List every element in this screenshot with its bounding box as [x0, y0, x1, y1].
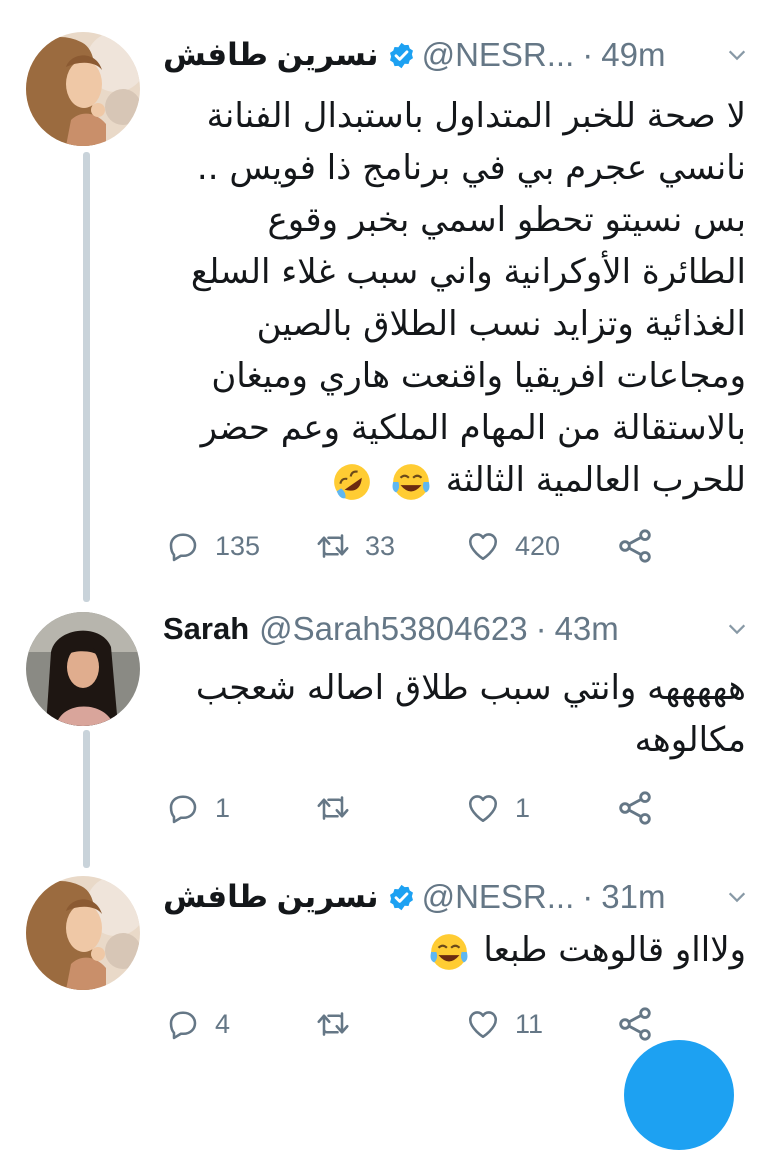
tears-of-joy-emoji-icon — [430, 933, 467, 970]
separator-dot: · — [535, 610, 547, 647]
share-icon[interactable] — [615, 1004, 655, 1044]
tweet-line: ولاااو قالوهت طبعا — [483, 930, 746, 970]
avatar[interactable] — [26, 612, 140, 726]
chevron-down-icon[interactable] — [726, 886, 748, 908]
user-handle[interactable]: @NESR... — [422, 878, 575, 916]
like-button[interactable]: 1 — [465, 786, 530, 830]
user-handle[interactable]: @Sarah53804623 — [259, 610, 527, 648]
timestamp[interactable]: 49m — [601, 36, 665, 74]
tweet-text: لا صحة للخبر المتداول باستبدال الفنانة ن… — [186, 90, 746, 506]
tweet[interactable]: نسرين طافش @NESR... · 31m ولاااو قالوهت … — [0, 862, 768, 1064]
user-handle[interactable]: @NESR... — [422, 36, 575, 74]
tweet-line: بالاستقالة من المهام الملكية وعم حضر — [200, 408, 746, 448]
tweet-line: بس نسيتو تحطو اسمي بخبر وقوع — [267, 200, 746, 240]
separator-dot: · — [582, 878, 594, 915]
reply-icon — [169, 795, 197, 824]
reply-count: 135 — [215, 530, 261, 561]
retweet-button[interactable]: 33 — [315, 524, 395, 568]
tweet-text: ولاااو قالوهت طبعا — [186, 924, 746, 976]
reply-button[interactable]: 135 — [165, 524, 260, 568]
tweet-header: Sarah @Sarah53804623 · 43m — [163, 604, 748, 654]
heart-icon — [468, 533, 498, 561]
display-name[interactable]: Sarah — [163, 611, 249, 647]
tweet-line: نانسي عجرم بي في برنامج ذا فويس .. — [196, 148, 746, 188]
tweet-line-with-emoji: للحرب العالمية الثالثة — [186, 454, 746, 506]
reply-button[interactable]: 4 — [165, 1002, 230, 1046]
tweet-line-with-emoji: ولاااو قالوهت طبعا — [186, 924, 746, 976]
share-icon[interactable] — [615, 788, 655, 828]
tweet-line: مكالوهه — [634, 720, 746, 760]
tweet-line: لا صحة للخبر المتداول باستبدال الفنانة — [206, 96, 746, 136]
tweet-actions: 4 11 — [165, 1002, 665, 1046]
reply-icon — [169, 1011, 197, 1040]
like-count: 1 — [515, 792, 531, 823]
heart-icon — [468, 1011, 498, 1039]
tweet-line: هههههه وانتي سبب طلاق اصاله شعجب — [195, 668, 746, 708]
tweet-actions: 135 33 420 — [165, 524, 665, 568]
tweet-text: هههههه وانتي سبب طلاق اصاله شعجب مكالوهه — [186, 662, 746, 766]
reply-count: 1 — [215, 792, 231, 823]
display-name[interactable]: نسرين طافش — [163, 879, 379, 915]
reply-count: 4 — [215, 1008, 231, 1039]
tweet-line: ومجاعات افريقيا واقنعت هاري وميغان — [211, 356, 746, 396]
share-icon[interactable] — [615, 526, 655, 566]
verified-badge-icon — [389, 42, 413, 68]
tweet-header: نسرين طافش @NESR... · 49m — [163, 30, 748, 80]
separator-dot: · — [582, 36, 594, 73]
tweet-header: نسرين طافش @NESR... · 31m — [163, 872, 748, 922]
reply-icon — [169, 533, 197, 562]
chevron-down-icon[interactable] — [726, 44, 748, 66]
tweet[interactable]: نسرين طافش @NESR... · 49m لا صحة للخبر ا… — [0, 0, 768, 600]
like-button[interactable]: 420 — [465, 524, 560, 568]
tweet-actions: 1 1 — [165, 786, 665, 830]
retweet-icon — [317, 534, 349, 558]
timestamp[interactable]: 43m — [555, 610, 619, 648]
retweet-button[interactable] — [315, 1002, 365, 1046]
tweet-line: للحرب العالمية الثالثة — [445, 460, 746, 500]
reply-button[interactable]: 1 — [165, 786, 230, 830]
like-button[interactable]: 11 — [465, 1002, 543, 1046]
timestamp[interactable]: 31m — [601, 878, 665, 916]
verified-badge-icon — [389, 884, 413, 910]
retweet-icon — [317, 1012, 349, 1036]
like-count: 11 — [515, 1008, 544, 1039]
tears-of-joy-emoji-icon — [392, 463, 430, 500]
retweet-button[interactable] — [315, 786, 365, 830]
compose-tweet-button[interactable] — [624, 1040, 734, 1150]
rolling-on-floor-laughing-emoji-icon — [334, 463, 370, 500]
tweet[interactable]: Sarah @Sarah53804623 · 43m هههههه وانتي … — [0, 600, 768, 862]
tweet-line: الطائرة الأوكرانية واني سبب غلاء السلع — [190, 252, 746, 292]
avatar[interactable] — [26, 32, 140, 146]
tweet-line: الغذائية وتزايد نسب الطلاق بالصين — [256, 304, 746, 344]
like-count: 420 — [515, 530, 561, 561]
heart-icon — [468, 795, 498, 823]
retweet-icon — [317, 796, 349, 820]
chevron-down-icon[interactable] — [726, 618, 748, 640]
display-name[interactable]: نسرين طافش — [163, 37, 379, 73]
avatar[interactable] — [26, 876, 140, 990]
retweet-count: 33 — [365, 530, 396, 561]
